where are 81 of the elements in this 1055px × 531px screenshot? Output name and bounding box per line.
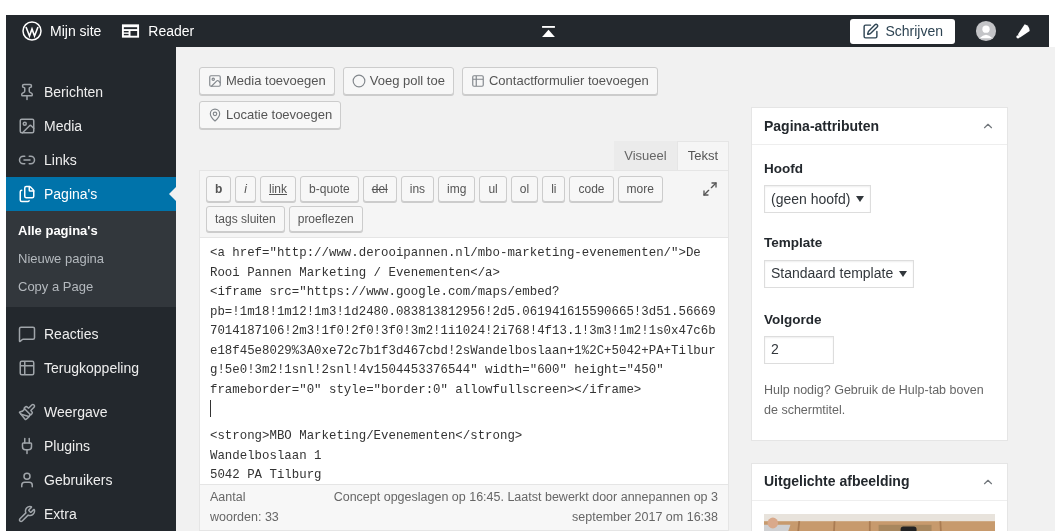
template-select[interactable]: Standaard template	[764, 259, 915, 288]
quicktag-button[interactable]: b	[206, 176, 232, 202]
editor-tab[interactable]: Tekst	[676, 141, 729, 170]
submenu-item[interactable]: Alle pagina's	[6, 217, 176, 245]
quicktag-button[interactable]: ins	[400, 176, 435, 202]
media-icon	[18, 117, 36, 135]
code-line: g!5e0!3m2!1snl!2snl!4v1504453376544" width="600" height="450"	[210, 362, 665, 379]
quicktag-button[interactable]: b-quote	[300, 176, 359, 202]
dropdown-arrow-icon	[899, 270, 908, 277]
code-line: Wandelboslaan 1	[210, 447, 323, 465]
code-line: 5042 PA Tilburg	[210, 467, 323, 484]
text-cursor-icon	[210, 400, 211, 417]
brush-icon	[18, 403, 36, 421]
collapse-bar-icon[interactable]	[542, 25, 555, 37]
map-pin-icon	[208, 108, 222, 122]
code-editor[interactable]	[199, 238, 729, 485]
quicktag-button[interactable]: link	[260, 176, 297, 202]
quicktag-button[interactable]: i	[235, 176, 256, 202]
word-count: Aantal woorden: 33	[210, 489, 280, 527]
quicktag-button[interactable]: more	[617, 176, 663, 202]
sidebar-item[interactable]: Plugins	[6, 429, 176, 463]
code-line: e18f45e8029%3A0xe72c7b1f3d467cbd!2sWandelboslaan+1%2C+5042+PA+Tilbur	[210, 342, 717, 360]
field-label: Volgorde	[764, 310, 823, 329]
sidebar-item[interactable]: Gebruikers	[6, 463, 176, 497]
media-button[interactable]: Media toevoegen	[199, 67, 335, 95]
quicktag-button[interactable]: tags sluiten	[206, 206, 285, 232]
form-icon	[470, 74, 485, 88]
quicktag-button[interactable]: proeflezen	[288, 206, 363, 232]
sidebar-item[interactable]: Media	[6, 109, 176, 143]
form-icon	[18, 359, 36, 377]
quicktag-button[interactable]: img	[438, 176, 476, 202]
pin-icon	[18, 83, 36, 101]
newspaper-icon[interactable]	[121, 23, 141, 39]
sidebar-item[interactable]: Pagina's	[6, 177, 176, 211]
avatar-icon[interactable]	[975, 20, 997, 42]
parent-select[interactable]: (geen hoofd)	[764, 185, 872, 214]
my-site-link[interactable]: Mijn site	[50, 20, 102, 42]
logo-icon[interactable]	[22, 21, 42, 41]
sidebar-item[interactable]: Terugkoppeling	[6, 351, 176, 385]
quicktag-button[interactable]: del	[362, 176, 397, 202]
sidebar-item[interactable]: Weergave	[6, 395, 176, 429]
field-label: Template	[764, 234, 824, 253]
code-line: frameborder="0" style="border:0" allowfullscreen></iframe>	[210, 381, 643, 399]
save-status: Concept opgeslagen op 16:45. Laatst bewerkt door annepannen op 3 september 2017 om 16:38	[332, 489, 718, 527]
quicktag-button[interactable]: code	[569, 176, 614, 202]
code-line: <strong>MBO Marketing/Evenementen</strong>	[210, 428, 524, 445]
quicktag-button[interactable]: ol	[510, 176, 539, 202]
code-line: <a href="http://www.derooipannen.nl/mbo-marketing-evenementen/">De	[210, 245, 702, 262]
write-button[interactable]: Schrijven	[850, 18, 955, 44]
code-line: Rooi Pannen Marketing / Evenementen</a>	[210, 264, 501, 282]
quicktag-button[interactable]: li	[542, 176, 566, 202]
help-text: Hulp nodig? Gebruik de Hulp-tab boven de schermtitel.	[764, 381, 985, 419]
code-line: 7014187106!2m3!1f0!2f0!3f0!3m2!1i1024!2i768!4f13.1!3m3!1m2!1s0x47c6b	[210, 323, 717, 340]
box-title: Pagina-attributen	[764, 116, 880, 136]
sidebar-item[interactable]: Extra	[6, 497, 176, 531]
sidebar-item[interactable]: Berichten	[6, 75, 176, 109]
box-title: Uitgelichte afbeelding	[764, 472, 910, 492]
pointer-icon	[169, 187, 176, 201]
editor-tab[interactable]: Visueel	[614, 141, 677, 170]
sidebar-item[interactable]: Links	[6, 143, 176, 177]
user-icon	[18, 471, 36, 489]
media-icon	[208, 74, 222, 88]
submenu-item[interactable]: Copy a Page	[6, 273, 176, 301]
pages-icon	[18, 185, 36, 203]
media-button[interactable]: Locatie toevoegen	[199, 101, 342, 129]
speech-bubble-icon	[18, 325, 36, 343]
quicktag-button[interactable]: ul	[479, 176, 507, 202]
reader-link[interactable]: Reader	[148, 20, 195, 42]
media-button[interactable]: Voeg poll toe	[342, 67, 454, 95]
fullscreen-icon[interactable]	[702, 181, 718, 197]
dropdown-arrow-icon	[856, 196, 865, 203]
submenu-item[interactable]: Nieuwe pagina	[6, 245, 176, 273]
code-line: pb=!1m18!1m12!1m3!1d2480.083813812956!2d5.061941615590665!3d51.56669	[210, 303, 717, 321]
code-line: <iframe src="https://www.google.com/maps/embed?	[210, 284, 561, 301]
circle-icon	[351, 74, 366, 88]
order-field[interactable]: 2	[764, 335, 834, 364]
media-button[interactable]: Contactformulier toevoegen	[461, 67, 658, 95]
pencil-icon	[862, 22, 880, 40]
wrench-icon	[18, 505, 36, 523]
sidebar-item[interactable]: Reacties	[6, 317, 176, 351]
field-label: Hoofd	[764, 160, 804, 178]
